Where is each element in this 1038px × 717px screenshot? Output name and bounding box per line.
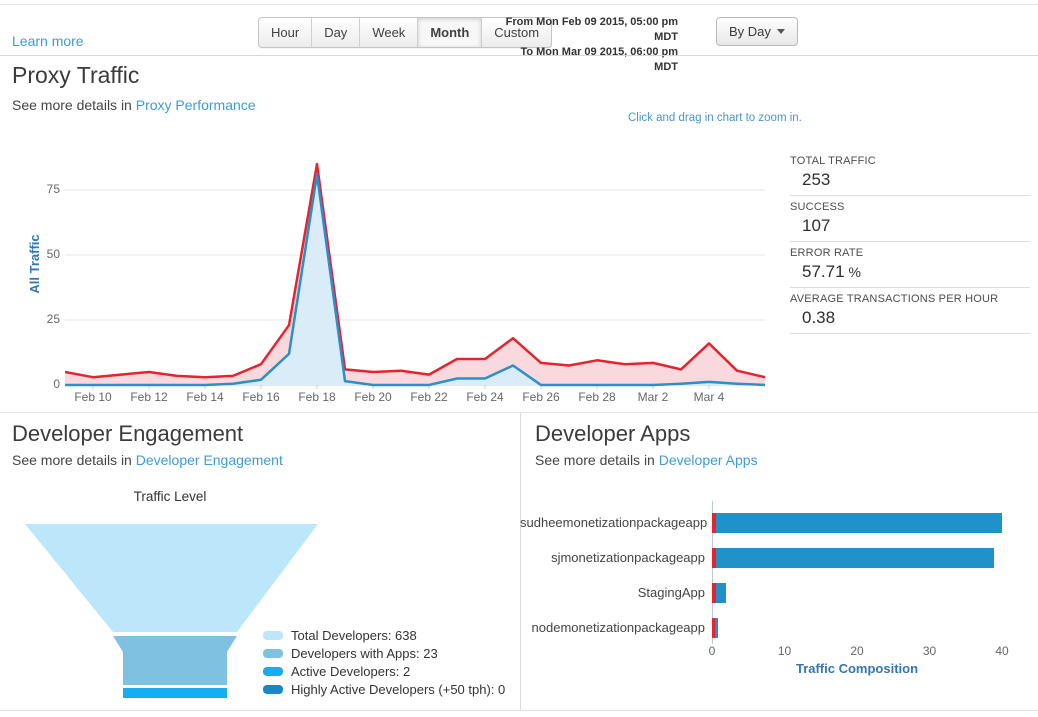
bar-row: [712, 548, 994, 568]
top-divider: [0, 4, 1038, 5]
traffic-area-chart[interactable]: [64, 150, 766, 390]
x-tick-label: Feb 12: [130, 390, 168, 404]
traffic-chart-svg: [64, 162, 766, 389]
x-tick-label: Mar 4: [693, 390, 725, 404]
x-tick-label: Mar 2: [637, 390, 669, 404]
bar-x-tick-label: 30: [922, 644, 937, 658]
bar-x-tick-label: 0: [708, 644, 716, 658]
bar-category-label: nodemonetizationpackageapp: [531, 620, 705, 635]
range-button-day[interactable]: Day: [311, 18, 359, 47]
subtitle-prefix: See more details in: [12, 97, 132, 113]
bar-segment-success: [714, 618, 719, 638]
area-success: [65, 174, 765, 385]
stat-value: 107: [802, 216, 831, 235]
bar-x-tick-label: 20: [850, 644, 864, 658]
x-tick-label: Feb 22: [410, 390, 448, 404]
stat-success: SUCCESS 107: [790, 196, 1030, 242]
date-to: To Mon Mar 09 2015, 06:00 pm MDT: [520, 46, 678, 73]
chevron-down-icon: [776, 29, 785, 34]
toolbar-divider: [0, 55, 1038, 56]
legend-item: Highly Active Developers (+50 tph): 0: [263, 680, 505, 698]
stat-number: 57.71: [802, 262, 845, 281]
stat-total-traffic: TOTAL TRAFFIC 253: [790, 150, 1030, 196]
legend-swatch: [263, 630, 283, 640]
bottom-divider: [0, 710, 1038, 711]
x-tick-label: Feb 20: [354, 390, 392, 404]
stat-label: ERROR RATE: [790, 247, 864, 259]
x-tick-label: Feb 26: [522, 390, 560, 404]
x-tick-label: Feb 28: [578, 390, 616, 404]
stat-label: AVERAGE TRANSACTIONS PER HOUR: [790, 293, 999, 305]
traffic-stats-panel: TOTAL TRAFFIC 253 SUCCESS 107 ERROR RATE…: [790, 150, 1030, 334]
developer-engagement-subtitle: See more details in Developer Engagement: [12, 452, 283, 468]
proxy-performance-link[interactable]: Proxy Performance: [136, 97, 256, 113]
learn-more-link[interactable]: Learn more: [12, 33, 84, 49]
legend-item: Developers with Apps: 23: [263, 644, 505, 662]
analytics-dashboard: Learn more Hour Day Week Month Custom From M…: [0, 0, 1038, 717]
developer-engagement-link[interactable]: Developer Engagement: [136, 452, 283, 468]
y-tick-label: 25: [46, 312, 60, 326]
bar-category-label: sudheemonetizationpackageapp: [520, 515, 708, 530]
stat-value: 57.71%: [790, 259, 1030, 283]
legend-item: Total Developers: 638: [263, 626, 505, 644]
legend-swatch: [263, 648, 283, 658]
bar-row: [712, 618, 719, 638]
stat-label: TOTAL TRAFFIC: [790, 155, 876, 167]
group-by-dropdown[interactable]: By Day: [716, 17, 798, 46]
proxy-traffic-subtitle: See more details in Proxy Performance: [12, 97, 256, 113]
legend-label: Active Developers: 2: [291, 663, 411, 679]
funnel-legend: Total Developers: 638 Developers with App…: [263, 626, 505, 698]
x-tick-label: Feb 24: [466, 390, 504, 404]
subtitle-prefix: See more details in: [12, 452, 132, 468]
stat-error-rate: ERROR RATE 57.71%: [790, 242, 1030, 288]
legend-swatch: [263, 666, 283, 676]
y-axis-label: All Traffic: [27, 234, 42, 294]
proxy-traffic-title: Proxy Traffic: [12, 62, 140, 88]
developer-engagement-title: Developer Engagement: [12, 421, 244, 446]
line-all-traffic: [64, 162, 766, 379]
legend-item: Active Developers: 2: [263, 662, 505, 680]
bar-category-label: StagingApp: [637, 585, 705, 600]
stat-avg-tph: AVERAGE TRANSACTIONS PER HOUR 0.38: [790, 288, 1030, 334]
funnel-title: Traffic Level: [133, 489, 207, 504]
funnel-stage-active-developers: [123, 688, 227, 698]
bar-row: [712, 583, 727, 603]
bar-segment-success: [715, 583, 727, 603]
date-range-text: From Mon Feb 09 2015, 05:00 pm MDT To Mo…: [496, 15, 678, 75]
x-tick-label: Feb 18: [298, 390, 336, 404]
bar-row: [712, 513, 1002, 533]
bar-x-tick-label: 40: [995, 644, 1009, 658]
area-all-traffic: [65, 164, 765, 385]
x-tick-label: Feb 16: [242, 390, 280, 404]
range-button-week[interactable]: Week: [359, 18, 417, 47]
stat-value: 253: [802, 170, 831, 189]
bar-segment-success: [715, 513, 1002, 533]
legend-label: Total Developers: 638: [291, 627, 417, 643]
zoom-hint: Click and drag in chart to zoom in.: [628, 112, 802, 124]
funnel-stage-developers-with-apps: [113, 636, 237, 685]
apps-bar-chart: Traffic Composition sudheemonetizationpa…: [520, 412, 1038, 710]
group-by-label: By Day: [729, 24, 771, 39]
bar-segment-success: [715, 548, 994, 568]
stat-value: 0.38: [802, 308, 836, 327]
stat-unit: %: [848, 264, 861, 280]
y-tick-label: 0: [53, 377, 60, 391]
legend-label: Developers with Apps: 23: [291, 645, 438, 661]
bar-chart-x-label: Traffic Composition: [795, 661, 919, 676]
date-from: From Mon Feb 09 2015, 05:00 pm MDT: [505, 16, 678, 43]
range-button-hour[interactable]: Hour: [259, 18, 311, 47]
stat-label: SUCCESS: [790, 201, 845, 213]
y-tick-label: 50: [46, 247, 60, 261]
x-tick-label: Feb 14: [186, 390, 224, 404]
range-button-month[interactable]: Month: [417, 18, 482, 47]
bar-category-label: sjmonetizationpackageapp: [551, 550, 705, 565]
bar-x-tick-label: 10: [777, 644, 792, 658]
y-tick-label: 75: [46, 182, 60, 196]
line-success: [65, 173, 766, 387]
x-tick-label: Feb 10: [74, 390, 112, 404]
legend-label: Highly Active Developers (+50 tph): 0: [291, 681, 506, 697]
funnel-stage-total-developers: [25, 524, 318, 632]
legend-swatch: [263, 684, 283, 694]
